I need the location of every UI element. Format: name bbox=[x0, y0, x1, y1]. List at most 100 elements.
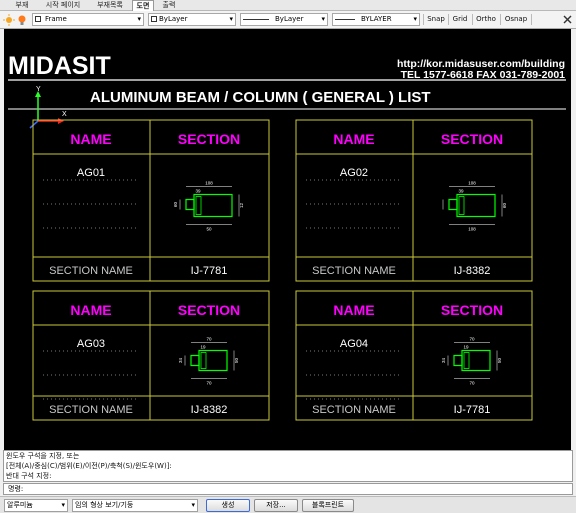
tab-member-list[interactable]: 부재목록 bbox=[90, 0, 130, 11]
chevron-down-icon: ▾ bbox=[137, 15, 141, 23]
linetype-sample bbox=[243, 18, 269, 20]
toolbar-divider bbox=[423, 14, 424, 25]
section-header: SECTION bbox=[441, 302, 503, 318]
section-header: SECTION bbox=[441, 131, 503, 147]
color-swatch bbox=[151, 16, 157, 22]
name-header: NAME bbox=[333, 131, 374, 147]
chevron-down-icon: ▾ bbox=[191, 501, 195, 509]
close-icon[interactable] bbox=[563, 15, 572, 24]
section-name-label: SECTION NAME bbox=[49, 265, 133, 277]
svg-text:70: 70 bbox=[469, 381, 475, 386]
section-name-label: SECTION NAME bbox=[312, 404, 396, 416]
svg-text:19: 19 bbox=[463, 345, 469, 350]
lineweight-value: BYLAYER bbox=[361, 15, 392, 23]
section-profile-drawing: 7070195034 bbox=[178, 337, 239, 386]
lineweight-sample bbox=[335, 18, 355, 20]
chevron-down-icon: ▾ bbox=[61, 501, 65, 509]
chevron-down-icon: ▾ bbox=[229, 15, 233, 23]
lineweight-select[interactable]: BYLAYER ▾ bbox=[332, 13, 420, 26]
section-code: IJ-8382 bbox=[454, 265, 491, 277]
cad-application: 부재 시작 페이지 부재목록 도면 출력 Frame ▾ ByLayer ▾ B… bbox=[0, 0, 576, 513]
section-name-label: SECTION NAME bbox=[49, 404, 133, 416]
ortho-button[interactable]: Ortho bbox=[475, 13, 497, 26]
tab-member[interactable]: 부재 bbox=[10, 0, 34, 11]
svg-text:108: 108 bbox=[468, 227, 476, 232]
unit-select[interactable]: 알루미늄 ▾ bbox=[4, 499, 68, 512]
lightbulb-icon[interactable] bbox=[16, 14, 28, 26]
member-name: AG02 bbox=[340, 167, 368, 179]
layer-color-swatch bbox=[35, 16, 41, 22]
name-header: NAME bbox=[333, 302, 374, 318]
name-header: NAME bbox=[70, 131, 111, 147]
section-card: NAME SECTION AG01 SECTION NAME IJ-7781 108 50 3… bbox=[32, 119, 270, 282]
drawing-title: ALUMINUM BEAM / COLUMN ( GENERAL ) LIST bbox=[90, 89, 431, 106]
section-profile-drawing: 108 108 39 60 bbox=[442, 181, 507, 232]
command-history-line: [전체(A)/중심(C)/범위(E)/이전(P)/축척(S)/윈도우(W)]: bbox=[6, 462, 172, 470]
block-print-button[interactable]: 블록프린트 bbox=[302, 499, 354, 512]
member-name: AG04 bbox=[340, 338, 368, 350]
generate-button[interactable]: 생성 bbox=[206, 499, 250, 512]
section-code: IJ-7781 bbox=[191, 265, 228, 277]
svg-text:70: 70 bbox=[469, 337, 475, 342]
command-history-line: 반대 구석 지정: bbox=[6, 472, 52, 480]
svg-text:39: 39 bbox=[458, 189, 464, 194]
svg-text:50: 50 bbox=[234, 358, 239, 364]
sun-icon[interactable] bbox=[3, 14, 15, 26]
section-header: SECTION bbox=[178, 131, 240, 147]
section-code: IJ-8382 bbox=[191, 404, 228, 416]
toolbar-divider bbox=[472, 14, 473, 25]
unit-select-value: 알루미늄 bbox=[7, 501, 33, 509]
grid-button[interactable]: Grid bbox=[451, 13, 469, 26]
svg-text:50: 50 bbox=[497, 358, 502, 364]
status-bar: 알루미늄 ▾ 임의 형상 보기/기둥 ▾ 생성 저장... 블록프린트 bbox=[0, 496, 576, 513]
osnap-button[interactable]: Osnap bbox=[503, 13, 529, 26]
svg-text:108: 108 bbox=[468, 181, 476, 186]
svg-text:70: 70 bbox=[206, 381, 212, 386]
linetype-value: ByLayer bbox=[275, 15, 304, 23]
company-logo: MIDASIT bbox=[8, 52, 111, 80]
tab-output[interactable]: 출력 bbox=[158, 0, 180, 11]
toolbar-divider bbox=[500, 14, 501, 25]
name-header: NAME bbox=[70, 302, 111, 318]
color-select[interactable]: ByLayer ▾ bbox=[148, 13, 236, 26]
section-name-label: SECTION NAME bbox=[312, 265, 396, 277]
svg-text:34: 34 bbox=[441, 358, 446, 364]
member-name: AG03 bbox=[77, 338, 105, 350]
contact-info: TEL 1577-6618 FAX 031-789-2001 bbox=[401, 69, 566, 81]
save-button[interactable]: 저장... bbox=[254, 499, 298, 512]
section-card: NAME SECTIONAG03SECTION NAME IJ-8382707019… bbox=[32, 290, 270, 421]
svg-text:19: 19 bbox=[200, 345, 206, 350]
section-card: NAME SECTIONAG02SECTION NAME IJ-8382108108… bbox=[295, 119, 533, 282]
drawing-canvas[interactable]: MIDASIT http://kor.midasuser.com/buildin… bbox=[4, 29, 571, 450]
document-tab-bar: 부재 시작 페이지 부재목록 도면 출력 bbox=[0, 0, 576, 11]
mode-select-value: 임의 형상 보기/기둥 bbox=[75, 501, 134, 509]
svg-text:108: 108 bbox=[205, 181, 213, 186]
svg-text:34: 34 bbox=[178, 358, 183, 364]
tab-drawing[interactable]: 도면 bbox=[132, 0, 154, 11]
layer-select[interactable]: Frame ▾ bbox=[32, 13, 144, 26]
svg-text:60: 60 bbox=[173, 202, 178, 208]
linetype-select[interactable]: ByLayer ▾ bbox=[240, 13, 328, 26]
axis-x-label: X bbox=[62, 111, 67, 118]
snap-button[interactable]: Snap bbox=[426, 13, 446, 26]
tab-start-page[interactable]: 시작 페이지 bbox=[40, 0, 86, 11]
mode-select[interactable]: 임의 형상 보기/기둥 ▾ bbox=[72, 499, 198, 512]
svg-text:12: 12 bbox=[239, 203, 244, 209]
svg-text:50: 50 bbox=[206, 227, 212, 232]
layer-value: Frame bbox=[45, 15, 67, 23]
svg-text:70: 70 bbox=[206, 337, 212, 342]
toolbar-divider bbox=[448, 14, 449, 25]
section-header: SECTION bbox=[178, 302, 240, 318]
command-input[interactable]: 명령: bbox=[3, 483, 573, 495]
member-name: AG01 bbox=[77, 167, 105, 179]
svg-text:39: 39 bbox=[195, 189, 201, 194]
svg-text:60: 60 bbox=[502, 203, 507, 209]
section-card: NAME SECTIONAG04SECTION NAME IJ-7781707019… bbox=[295, 290, 533, 421]
chevron-down-icon: ▾ bbox=[321, 15, 325, 23]
ucs-axis-icon: Y X bbox=[29, 86, 67, 129]
chevron-down-icon: ▾ bbox=[413, 15, 417, 23]
color-value: ByLayer bbox=[159, 15, 188, 23]
command-history-line: 윈도우 구석을 지정, 또는 bbox=[6, 452, 80, 460]
axis-y-label: Y bbox=[36, 86, 41, 93]
toolbar-divider bbox=[531, 14, 532, 25]
